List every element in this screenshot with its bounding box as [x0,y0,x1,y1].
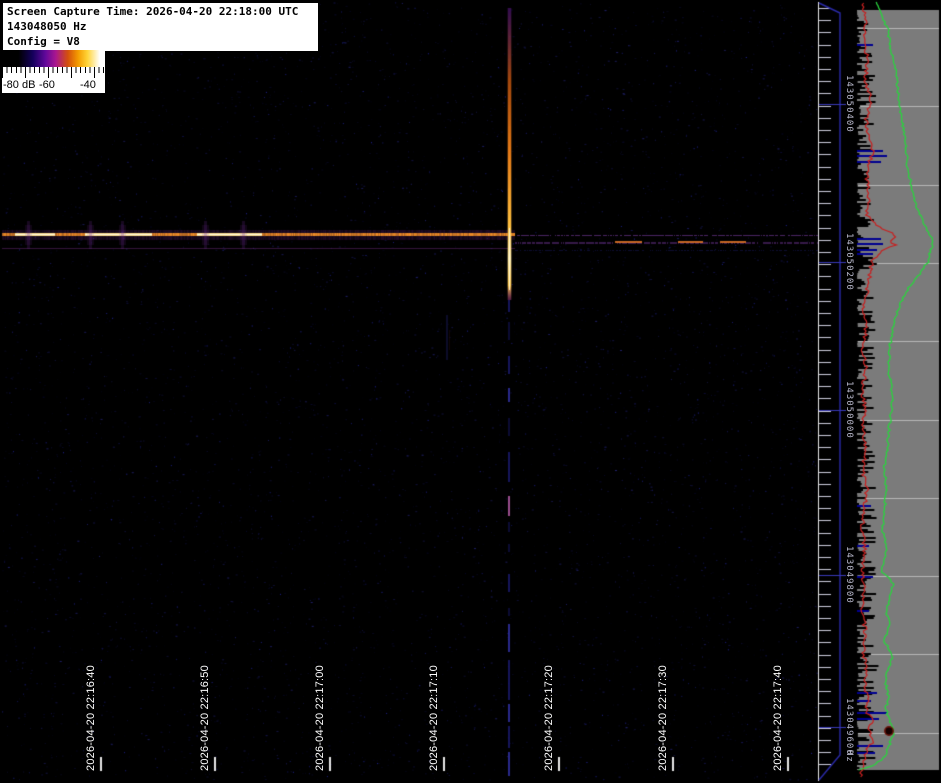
colorbar-max-label: -40 [80,79,96,91]
time-label: 2026-04-20 22:16:50 [199,665,211,771]
spectrogram-canvas [0,0,941,783]
time-label: 2026-04-20 22:17:20 [543,665,555,771]
colorbar-mid-label: -60 [39,79,55,91]
time-label: 2026-04-20 22:17:40 [772,665,784,771]
colorbar-gradient [2,50,105,67]
freq-label: 143050400 [844,75,854,133]
colorbar-legend: -80 dB -60 -40 [2,50,105,93]
time-label: 2026-04-20 22:17:10 [428,665,440,771]
freq-label: 143050200 [844,233,854,291]
freq-unit-label: Hz [844,750,854,763]
freq-label: 143049800 [844,546,854,604]
time-label: 2026-04-20 22:17:00 [314,665,326,771]
config-text: Config = V8 [7,35,80,48]
capture-info-box: Screen Capture Time: 2026-04-20 22:18:00… [2,2,319,52]
colorbar-ruler [2,67,105,79]
freq-label: 143049600 [844,698,854,756]
center-frequency-text: 143048050 Hz [7,20,87,33]
time-label: 2026-04-20 22:17:30 [657,665,669,771]
screen-capture: Screen Capture Time: 2026-04-20 22:18:00… [0,0,941,783]
time-label: 2026-04-20 22:16:40 [85,665,97,771]
freq-label: 143050000 [844,381,854,439]
capture-time-text: Screen Capture Time: 2026-04-20 22:18:00… [7,5,299,18]
colorbar-min-label: -80 dB [3,79,36,91]
